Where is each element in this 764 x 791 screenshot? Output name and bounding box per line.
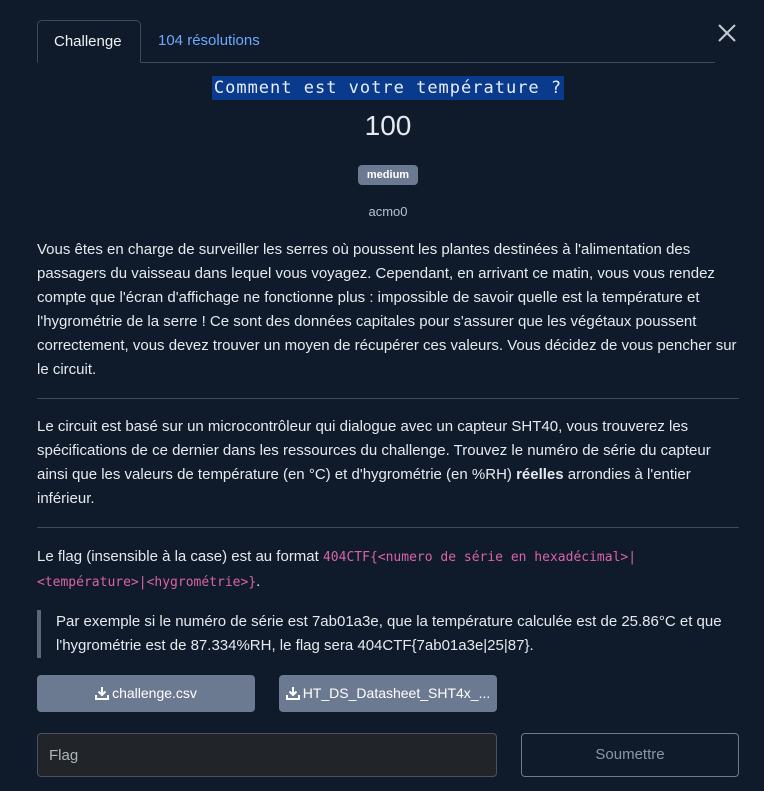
example-blockquote: Par exemple si le numéro de série est 7a…: [37, 610, 739, 658]
challenge-points: 100: [364, 110, 412, 141]
flag-format-end: .: [256, 573, 261, 590]
tab-bar: Challenge 104 résolutions: [37, 20, 715, 63]
challenge-title: Comment est votre température ?: [211, 76, 565, 100]
divider: [37, 527, 739, 528]
paragraph-2-emphasis: réelles: [516, 466, 564, 483]
file-label: HT_DS_Datasheet_SHT4x_...: [302, 685, 491, 701]
file-label: challenge.csv: [112, 685, 197, 701]
submit-button[interactable]: Soumettre: [521, 733, 739, 777]
tab-challenge[interactable]: Challenge: [37, 20, 141, 63]
title-row: Comment est votre température ?: [0, 76, 764, 100]
close-button[interactable]: [714, 20, 740, 46]
difficulty-badge: medium: [357, 165, 419, 185]
flag-format-text: Le flag (insensible à la case) est au fo…: [37, 548, 323, 565]
close-icon: [718, 24, 736, 42]
badge-row: medium: [0, 165, 764, 185]
download-challenge-csv-button[interactable]: challenge.csv: [37, 675, 255, 712]
download-datasheet-button[interactable]: HT_DS_Datasheet_SHT4x_...: [279, 675, 497, 712]
flag-format-paragraph: Le flag (insensible à la case) est au fo…: [37, 545, 737, 595]
description-paragraph-1: Vous êtes en charge de surveiller les se…: [37, 241, 737, 378]
tab-solves[interactable]: 104 résolutions: [142, 20, 276, 61]
challenge-author: acmo0: [368, 204, 408, 219]
flag-input[interactable]: [37, 733, 497, 777]
download-icon: [285, 687, 300, 700]
description-paragraph-2: Le circuit est basé sur un microcontrôle…: [37, 415, 737, 511]
challenge-modal: Challenge 104 résolutions Comment est vo…: [0, 0, 764, 791]
divider: [37, 398, 739, 399]
download-icon: [95, 687, 110, 700]
